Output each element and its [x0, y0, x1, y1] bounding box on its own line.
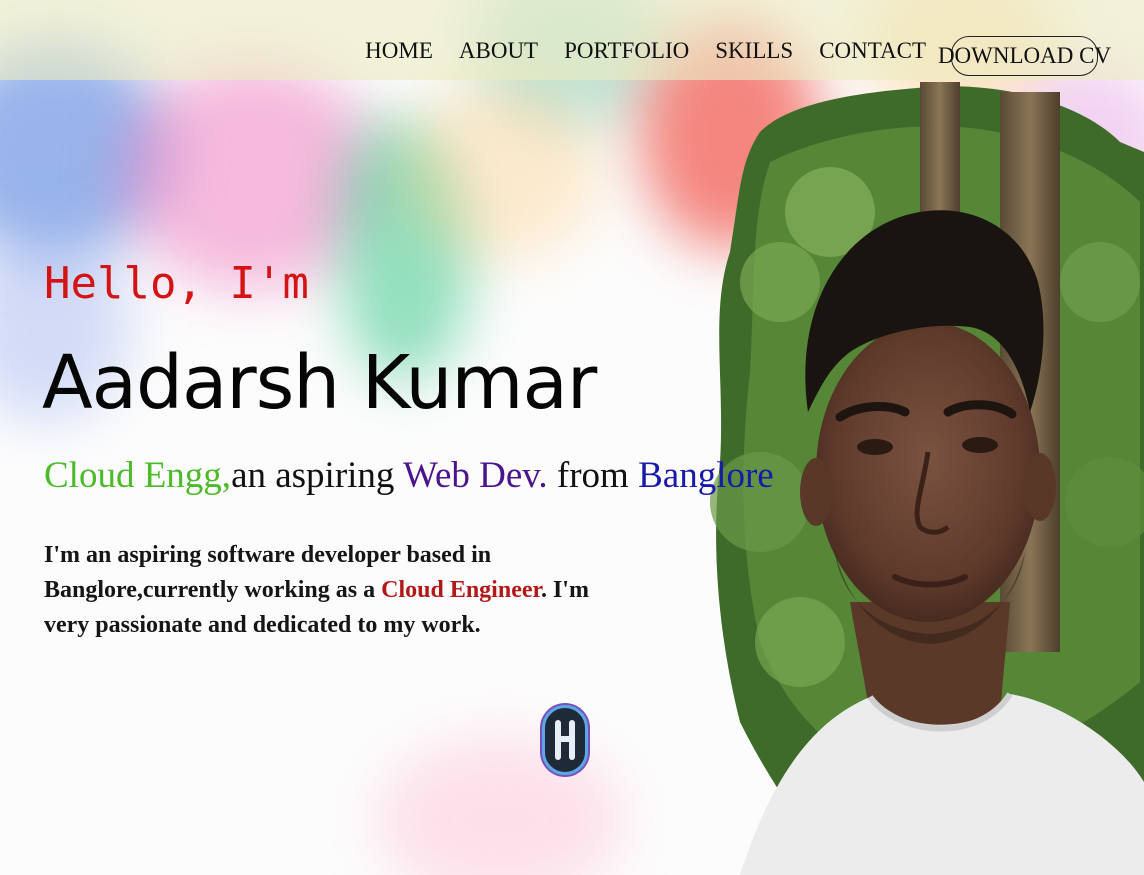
nav-skills-link[interactable]: SKILLS	[715, 38, 793, 64]
about-highlight: Cloud Engineer	[381, 577, 541, 603]
nav-links: HOME ABOUT PORTFOLIO SKILLS CONTACT	[365, 38, 926, 64]
download-cv-button[interactable]: DOWNLOAD CV	[938, 36, 1111, 76]
scroll-down-icon[interactable]	[542, 705, 588, 775]
nav-home-link[interactable]: HOME	[365, 38, 433, 64]
tagline-from: from	[547, 455, 639, 496]
hero-greeting: Hello, I'm	[44, 258, 309, 309]
tagline-connector: an aspiring	[231, 455, 404, 496]
top-navigation-bar: HOME ABOUT PORTFOLIO SKILLS CONTACT DOWN…	[0, 0, 1144, 80]
nav-portfolio-link[interactable]: PORTFOLIO	[564, 38, 689, 64]
nav-contact-link[interactable]: CONTACT	[819, 38, 926, 64]
hero-tagline: Cloud Engg,an aspiring Web Dev. from Ban…	[44, 454, 774, 497]
tagline-role: Cloud Engg,	[44, 455, 232, 496]
nav-about-link[interactable]: ABOUT	[459, 38, 538, 64]
hero-about-text: I'm an aspiring software developer based…	[44, 538, 604, 643]
hero-name: Aadarsh Kumar	[42, 340, 597, 426]
tagline-webdev: Web Dev.	[403, 455, 548, 496]
tagline-city: Banglore	[638, 455, 774, 496]
